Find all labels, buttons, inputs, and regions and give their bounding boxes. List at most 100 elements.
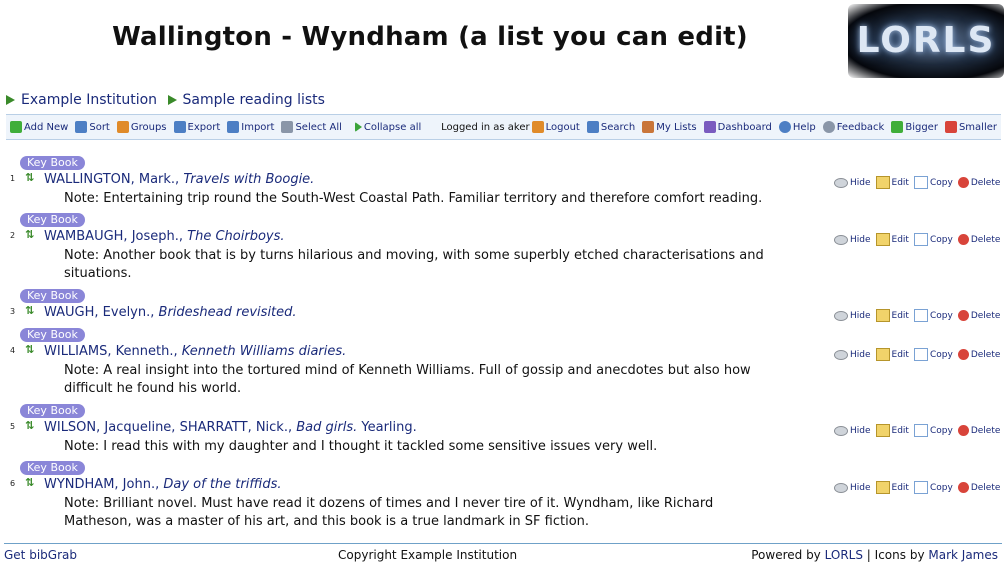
- export-icon: [173, 121, 186, 133]
- item-actions: Hide Edit Copy Delete: [834, 176, 1005, 189]
- item-note: Note: I read this with my daughter and I…: [64, 439, 658, 454]
- delete-button[interactable]: Delete: [957, 425, 1000, 436]
- copy-button[interactable]: Copy: [913, 309, 953, 322]
- copy-label: Copy: [929, 234, 953, 245]
- hide-label: Hide: [850, 349, 871, 360]
- item-actions: Hide Edit Copy Delete: [834, 424, 1005, 437]
- edit-button[interactable]: Edit: [875, 481, 909, 494]
- hide-button[interactable]: Hide: [834, 425, 871, 436]
- lorls-logo: LORLS: [848, 4, 1004, 78]
- breadcrumb-label: Example Institution: [21, 92, 158, 108]
- delete-button[interactable]: Delete: [957, 234, 1000, 245]
- smaller-button[interactable]: Smaller: [944, 121, 997, 133]
- copy-button[interactable]: Copy: [913, 233, 953, 246]
- mark-james-link[interactable]: Mark James: [928, 548, 998, 562]
- search-button[interactable]: Search: [586, 121, 635, 133]
- citation[interactable]: WALLINGTON, Mark., Travels with Boogie.: [44, 172, 314, 187]
- lorls-link[interactable]: LORLS: [825, 548, 863, 562]
- citation[interactable]: WILLIAMS, Kenneth., Kenneth Williams dia…: [44, 344, 346, 359]
- citation[interactable]: WYNDHAM, John., Day of the triffids.: [44, 477, 282, 492]
- reorder-icon[interactable]: ⇅: [25, 476, 34, 489]
- groups-button[interactable]: Groups: [116, 121, 167, 133]
- import-button[interactable]: Import: [227, 121, 274, 133]
- icons-by-text: Icons by: [874, 548, 925, 562]
- citation-authors: WAUGH, Evelyn.,: [44, 305, 155, 320]
- edit-button[interactable]: Edit: [875, 424, 909, 437]
- feedback-button[interactable]: Feedback: [822, 121, 884, 133]
- breadcrumb-institution[interactable]: Example Institution: [6, 92, 157, 108]
- sort-button[interactable]: Sort: [75, 121, 110, 133]
- edit-button[interactable]: Edit: [875, 348, 909, 361]
- delete-button[interactable]: Delete: [957, 482, 1000, 493]
- collapse-all-button[interactable]: Collapse all: [354, 121, 422, 133]
- credits: Powered by LORLS | Icons by Mark James: [751, 546, 998, 564]
- powered-by-text: Powered by: [751, 548, 821, 562]
- search-icon: [586, 121, 599, 133]
- citation-authors: WALLINGTON, Mark.,: [44, 172, 180, 187]
- edit-label: Edit: [891, 234, 909, 245]
- reorder-icon[interactable]: ⇅: [25, 343, 34, 356]
- delete-label: Delete: [970, 310, 1001, 321]
- reorder-icon[interactable]: ⇅: [25, 171, 34, 184]
- citation-title: Brideshead revisited.: [158, 305, 297, 320]
- dashboard-button[interactable]: Dashboard: [703, 121, 772, 133]
- copy-label: Copy: [929, 425, 953, 436]
- hide-button[interactable]: Hide: [834, 177, 871, 188]
- citation-title: The Choirboys.: [187, 229, 285, 244]
- get-bibgrab-link[interactable]: Get bibGrab: [4, 546, 77, 564]
- hide-label: Hide: [850, 234, 871, 245]
- logout-button[interactable]: Logout: [531, 121, 580, 133]
- copy-button[interactable]: Copy: [913, 176, 953, 189]
- item-actions: Hide Edit Copy Delete: [834, 481, 1005, 494]
- edit-button[interactable]: Edit: [875, 233, 909, 246]
- delete-button[interactable]: Delete: [957, 310, 1001, 321]
- my-lists-label: My Lists: [656, 121, 697, 133]
- citation[interactable]: WAUGH, Evelyn., Brideshead revisited.: [44, 305, 297, 320]
- smaller-label: Smaller: [958, 121, 997, 133]
- select-all-button[interactable]: Select All: [281, 121, 342, 133]
- add-new-button[interactable]: Add New: [10, 121, 68, 133]
- copy-icon: [913, 348, 928, 361]
- citation-authors: WILSON, Jacqueline, SHARRATT, Nick.,: [44, 420, 293, 435]
- hide-button[interactable]: Hide: [834, 482, 871, 493]
- edit-icon: [875, 309, 890, 322]
- bigger-button[interactable]: Bigger: [891, 121, 938, 133]
- hide-button[interactable]: Hide: [834, 349, 871, 360]
- delete-button[interactable]: Delete: [957, 177, 1000, 188]
- groups-icon: [116, 121, 129, 133]
- breadcrumb-reading-lists[interactable]: Sample reading lists: [167, 92, 325, 108]
- help-button[interactable]: Help: [778, 121, 816, 133]
- edit-button[interactable]: Edit: [875, 176, 909, 189]
- delete-button[interactable]: Delete: [957, 349, 1000, 360]
- citation-authors: WILLIAMS, Kenneth.,: [44, 344, 178, 359]
- copy-icon: [913, 481, 928, 494]
- item-actions: Hide Edit Copy Delete: [834, 233, 1005, 246]
- list-item: Key Book 3 ⇅ WAUGH, Evelyn., Brideshead …: [0, 287, 1008, 326]
- export-button[interactable]: Export: [173, 121, 220, 133]
- reorder-icon[interactable]: ⇅: [25, 304, 34, 317]
- edit-button[interactable]: Edit: [875, 309, 909, 322]
- my-lists-button[interactable]: My Lists: [642, 121, 697, 133]
- copy-button[interactable]: Copy: [913, 348, 953, 361]
- home-icon: [642, 121, 655, 133]
- copy-button[interactable]: Copy: [913, 424, 953, 437]
- hide-button[interactable]: Hide: [834, 310, 871, 321]
- citation[interactable]: WAMBAUGH, Joseph., The Choirboys.: [44, 229, 285, 244]
- item-number: 6: [10, 479, 16, 488]
- item-number: 5: [10, 422, 16, 431]
- edit-label: Edit: [891, 482, 909, 493]
- reorder-icon[interactable]: ⇅: [25, 228, 34, 241]
- collapse-all-label: Collapse all: [363, 121, 422, 133]
- dashboard-icon: [703, 121, 716, 133]
- copy-label: Copy: [929, 177, 953, 188]
- toolbar-right: Logged in as aker Logout Search My Lists…: [441, 121, 1001, 133]
- hide-button[interactable]: Hide: [834, 234, 871, 245]
- logged-in-text: Logged in as aker: [441, 121, 530, 133]
- credits-separator: |: [866, 548, 871, 562]
- edit-icon: [875, 233, 890, 246]
- citation[interactable]: WILSON, Jacqueline, SHARRATT, Nick., Bad…: [44, 420, 417, 435]
- item-note: Note: Brilliant novel. Must have read it…: [64, 496, 714, 529]
- reorder-icon[interactable]: ⇅: [25, 419, 34, 432]
- copy-button[interactable]: Copy: [913, 481, 953, 494]
- sort-label: Sort: [89, 121, 110, 133]
